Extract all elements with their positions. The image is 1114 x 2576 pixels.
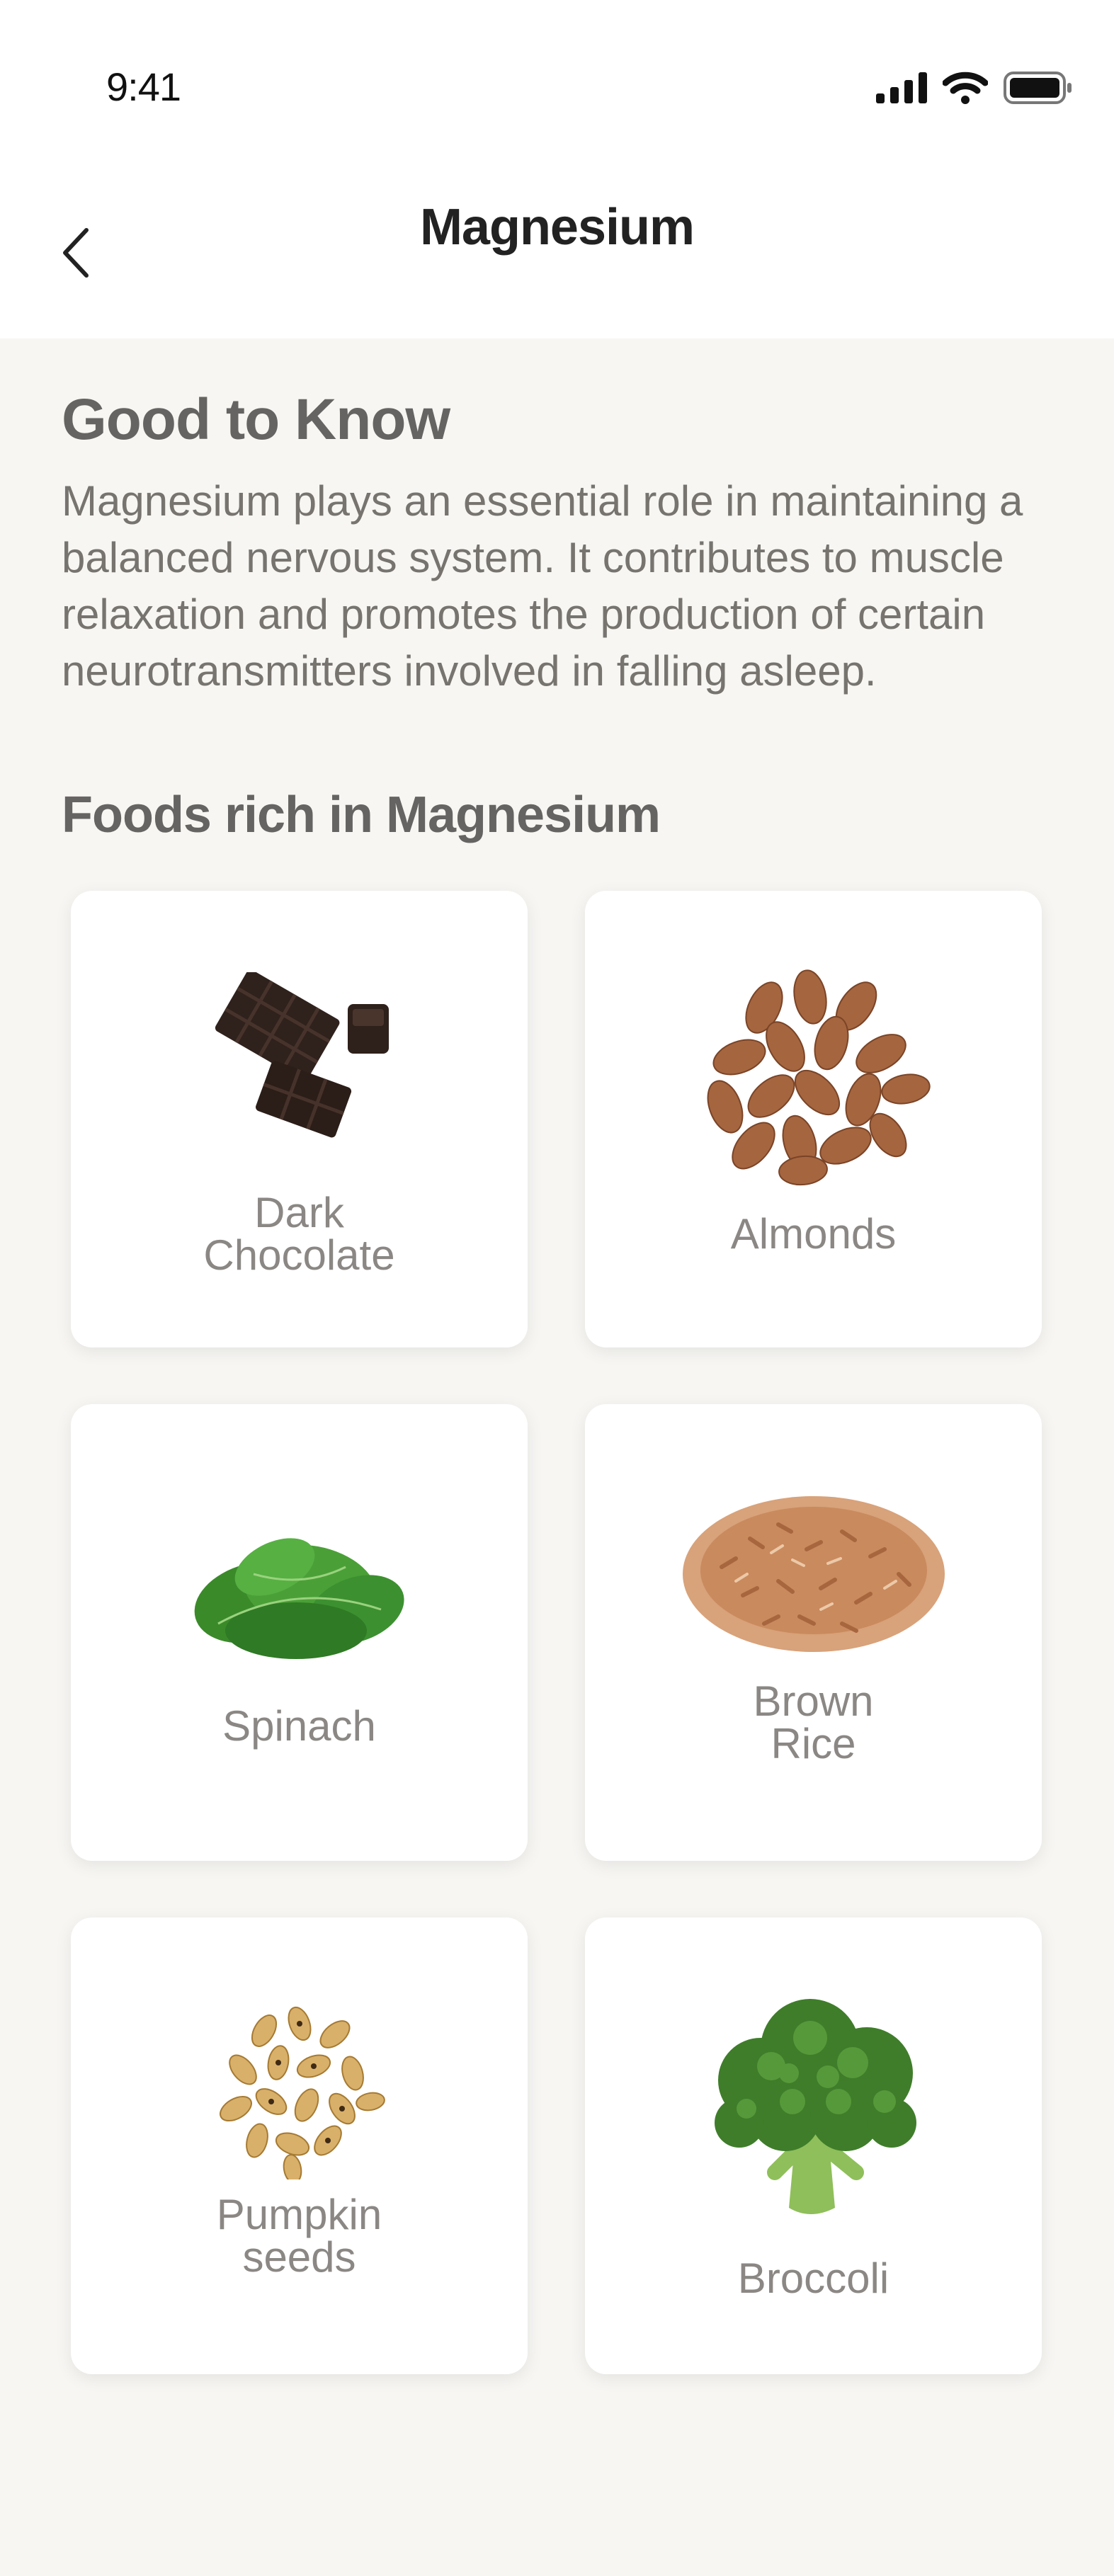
food-label: Almonds (730, 1210, 897, 1258)
status-icons (876, 71, 1073, 105)
food-card-broccoli[interactable]: Broccoli (585, 1917, 1042, 2374)
signal-icon (876, 72, 927, 103)
food-label-line2: Rice (771, 1720, 856, 1767)
page-title: Magnesium (419, 199, 695, 256)
food-label: Brown (753, 1677, 874, 1725)
food-label: Broccoli (737, 2255, 890, 2302)
food-label: Spinach (222, 1702, 376, 1750)
brown-rice-image (682, 1496, 945, 1652)
spinach-image (194, 1538, 404, 1659)
dark-chocolate-image (215, 972, 389, 1138)
almonds-image (707, 969, 931, 1186)
pumpkin-seeds-image (219, 2006, 385, 2179)
food-card-spinach[interactable]: Spinach (71, 1404, 528, 1861)
food-card-pumpkin-seeds[interactable]: Pumpkin seeds (71, 1917, 528, 2374)
section-heading-foods: Foods rich in Magnesium (62, 787, 661, 843)
food-label: Dark (254, 1189, 344, 1236)
food-label-line2: seeds (242, 2233, 356, 2281)
navigation-bar: Magnesium (0, 163, 1114, 340)
battery-icon (1004, 72, 1072, 104)
food-label: Pumpkin (216, 2191, 382, 2238)
food-card-brown-rice[interactable]: Brown Rice (585, 1404, 1042, 1861)
food-label-line2: Chocolate (203, 1231, 395, 1279)
status-bar: 9:41 (0, 0, 1114, 163)
food-card-almonds[interactable]: Almonds (585, 891, 1042, 1347)
content-area: Good to Know Magnesium plays an essentia… (0, 338, 1114, 2576)
food-card-dark-chocolate[interactable]: Dark Chocolate (71, 891, 528, 1347)
section-heading-good-to-know: Good to Know (62, 387, 450, 452)
broccoli-image (714, 1999, 916, 2214)
wifi-icon (943, 72, 988, 104)
info-description: Magnesium plays an essential role in mai… (62, 477, 1023, 695)
status-time: 9:41 (106, 64, 181, 109)
